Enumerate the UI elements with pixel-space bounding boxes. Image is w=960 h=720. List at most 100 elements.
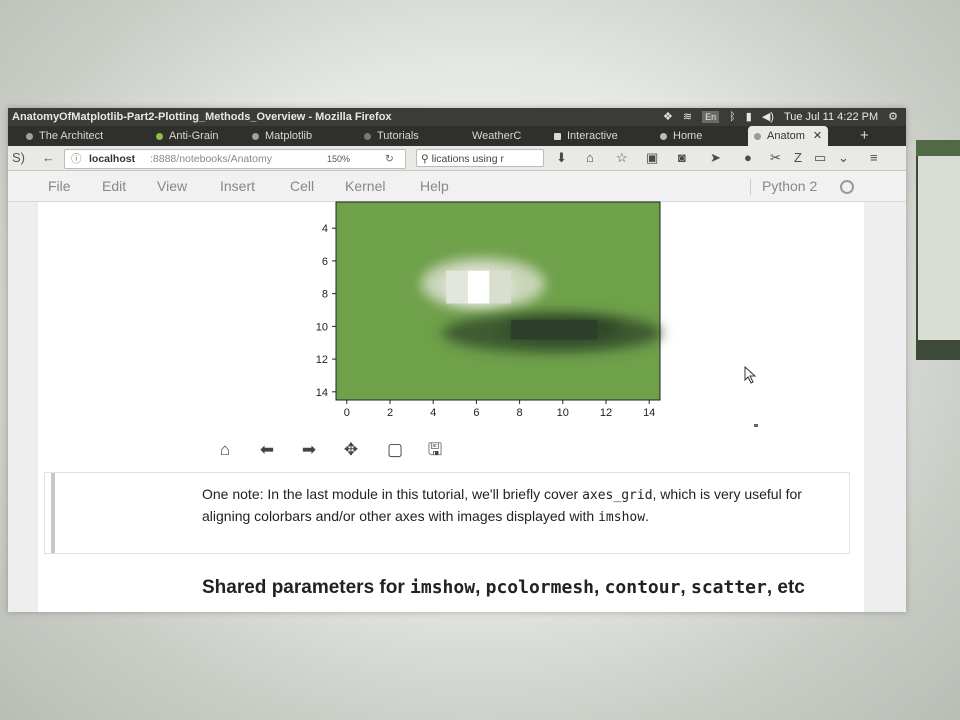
extension-icon[interactable]: ● bbox=[744, 146, 752, 170]
tab-favicon-icon bbox=[364, 132, 371, 140]
tab-tutorials[interactable]: Tutorials bbox=[364, 126, 419, 146]
bookmark-star-icon[interactable]: ☆ bbox=[616, 146, 628, 170]
y-tick-label: 4 bbox=[322, 223, 328, 235]
adjacent-window-titlebar bbox=[916, 140, 960, 156]
settings-gear-icon[interactable]: ⚙ bbox=[888, 108, 898, 126]
tab-label: Anatom bbox=[767, 130, 805, 142]
tab-favicon-icon bbox=[156, 132, 163, 140]
x-tick-label: 0 bbox=[344, 407, 350, 419]
volume-icon[interactable]: ◀) bbox=[762, 108, 774, 126]
reload-icon[interactable]: ↻ bbox=[385, 150, 394, 168]
clock[interactable]: Tue Jul 11 4:22 PM bbox=[784, 108, 878, 126]
plot-peak-pixel bbox=[467, 270, 490, 304]
download-icon[interactable]: ⬇ bbox=[556, 146, 567, 170]
heading-text: Shared parameters for bbox=[202, 577, 411, 598]
back-arrow-icon[interactable]: ⬅ bbox=[252, 436, 282, 464]
dropbox-icon[interactable]: ❖ bbox=[663, 108, 673, 126]
menu-view[interactable]: View bbox=[157, 171, 187, 201]
search-icon: ⚲ bbox=[421, 153, 432, 165]
x-tick-label: 10 bbox=[557, 407, 569, 419]
kernel-separator bbox=[750, 179, 751, 195]
plot-pixel bbox=[446, 270, 468, 304]
wifi-icon[interactable]: ≋ bbox=[683, 108, 692, 126]
site-info-icon[interactable]: ⓘ bbox=[71, 150, 82, 168]
mpl-nav-toolbar: ⌂ ⬅ ➡ ✥ ▢ 🖫 bbox=[208, 436, 468, 466]
pan-icon[interactable]: ✥ bbox=[336, 436, 366, 464]
send-icon[interactable]: ➤ bbox=[710, 146, 721, 170]
tab-anti-grain[interactable]: Anti-Grain bbox=[156, 126, 219, 146]
cell-prompt-bar bbox=[51, 473, 55, 553]
tab-favicon-icon bbox=[754, 132, 761, 140]
back-icon[interactable]: ← bbox=[42, 146, 55, 170]
hamburger-menu-icon[interactable]: ≡ bbox=[870, 146, 878, 170]
browser-window: AnatomyOfMatplotlib-Part2-Plotting_Metho… bbox=[8, 108, 906, 612]
heading-code: scatter bbox=[690, 577, 767, 598]
x-tick-label: 12 bbox=[600, 407, 612, 419]
note-text: One note: In the last module in this tut… bbox=[202, 486, 583, 502]
adjacent-window-edge bbox=[916, 140, 960, 360]
system-tray: ❖ ≋ En ᛒ ▮ ◀) Tue Jul 11 4:22 PM ⚙ bbox=[663, 108, 898, 126]
sync-icon[interactable]: ▭ bbox=[814, 146, 826, 170]
zoom-level[interactable]: 150% bbox=[327, 150, 350, 168]
heading-code: imshow bbox=[410, 577, 476, 598]
kernel-status-icon bbox=[840, 180, 854, 194]
sidebar-toggle-icon[interactable]: S) bbox=[12, 146, 25, 170]
x-tick-label: 2 bbox=[387, 407, 393, 419]
x-tick-label: 4 bbox=[430, 407, 436, 419]
new-tab-icon[interactable]: + bbox=[860, 126, 869, 146]
tab-label: WeatherC bbox=[472, 130, 522, 142]
url-bar[interactable]: ⓘ localhost :8888/notebooks/Anatomy 150%… bbox=[64, 149, 406, 169]
menu-insert[interactable]: Insert bbox=[220, 171, 255, 201]
menu-edit[interactable]: Edit bbox=[102, 171, 126, 201]
tab-label: Interactive bbox=[567, 130, 618, 142]
tab-label: Matplotlib bbox=[265, 130, 313, 142]
tab-bar: The Architect Anti-Grain Matplotlib Tuto… bbox=[8, 126, 906, 146]
navigation-bar: S) ← ⓘ localhost :8888/notebooks/Anatomy… bbox=[8, 146, 906, 171]
resize-handle[interactable] bbox=[754, 424, 758, 427]
screenshot-icon[interactable]: ✂ bbox=[770, 146, 781, 170]
heading-code: pcolormesh bbox=[485, 577, 594, 598]
heading-text: , etc bbox=[766, 577, 805, 598]
tab-favicon-icon bbox=[26, 132, 33, 140]
home-icon[interactable]: ⌂ bbox=[210, 436, 240, 464]
battery-icon[interactable]: ▮ bbox=[746, 108, 752, 126]
kernel-name: Python 2 bbox=[762, 178, 818, 194]
language-indicator[interactable]: En bbox=[702, 111, 720, 123]
search-field[interactable]: ⚲ lications using r bbox=[416, 149, 544, 167]
url-host: localhost bbox=[89, 153, 136, 165]
tab-label: Tutorials bbox=[377, 130, 419, 142]
y-tick-label: 8 bbox=[322, 289, 328, 301]
forward-arrow-icon[interactable]: ➡ bbox=[294, 436, 324, 464]
briefcase-icon[interactable]: ▣ bbox=[646, 146, 658, 170]
close-tab-icon[interactable]: ✕ bbox=[813, 130, 822, 142]
heading-text: , bbox=[680, 577, 691, 598]
plot-darkest-pixels bbox=[510, 319, 598, 340]
tab-favicon-icon bbox=[554, 132, 561, 140]
heading-text: , bbox=[594, 577, 605, 598]
y-tick-label: 12 bbox=[316, 354, 328, 366]
tab-home[interactable]: Home bbox=[660, 126, 702, 146]
plot-pixel bbox=[489, 270, 511, 304]
url-path: :8888/notebooks/Anatomy bbox=[150, 153, 273, 165]
x-tick-label: 14 bbox=[643, 407, 655, 419]
save-icon[interactable]: 🖫 bbox=[420, 436, 450, 464]
note-text: . bbox=[645, 508, 649, 524]
window-titlebar: AnatomyOfMatplotlib-Part2-Plotting_Metho… bbox=[8, 108, 906, 126]
home-icon[interactable]: ⌂ bbox=[586, 146, 594, 170]
tab-the-architect[interactable]: The Architect bbox=[26, 126, 103, 146]
bluetooth-icon[interactable]: ᛒ bbox=[729, 108, 736, 126]
tab-weather[interactable]: WeatherC bbox=[472, 126, 521, 146]
mouse-cursor-icon bbox=[744, 366, 757, 384]
menu-file[interactable]: File bbox=[48, 171, 71, 201]
pocket-icon[interactable]: ◙ bbox=[678, 146, 686, 170]
imshow-plot[interactable]: 4 6 8 10 12 14 0 2 4 6 8 10 12 14 bbox=[298, 196, 678, 428]
window-title: AnatomyOfMatplotlib-Part2-Plotting_Metho… bbox=[12, 111, 392, 123]
tab-anatomy-active[interactable]: Anatom ✕ bbox=[748, 126, 829, 146]
overflow-chevron-icon[interactable]: ⌄ bbox=[838, 146, 849, 170]
y-tick-label: 10 bbox=[316, 321, 328, 333]
zoom-rect-icon[interactable]: ▢ bbox=[380, 436, 410, 464]
tab-favicon-icon bbox=[660, 132, 667, 140]
tab-matplotlib[interactable]: Matplotlib bbox=[252, 126, 312, 146]
z-extension-icon[interactable]: Z bbox=[794, 146, 802, 170]
tab-interactive[interactable]: Interactive bbox=[554, 126, 618, 146]
